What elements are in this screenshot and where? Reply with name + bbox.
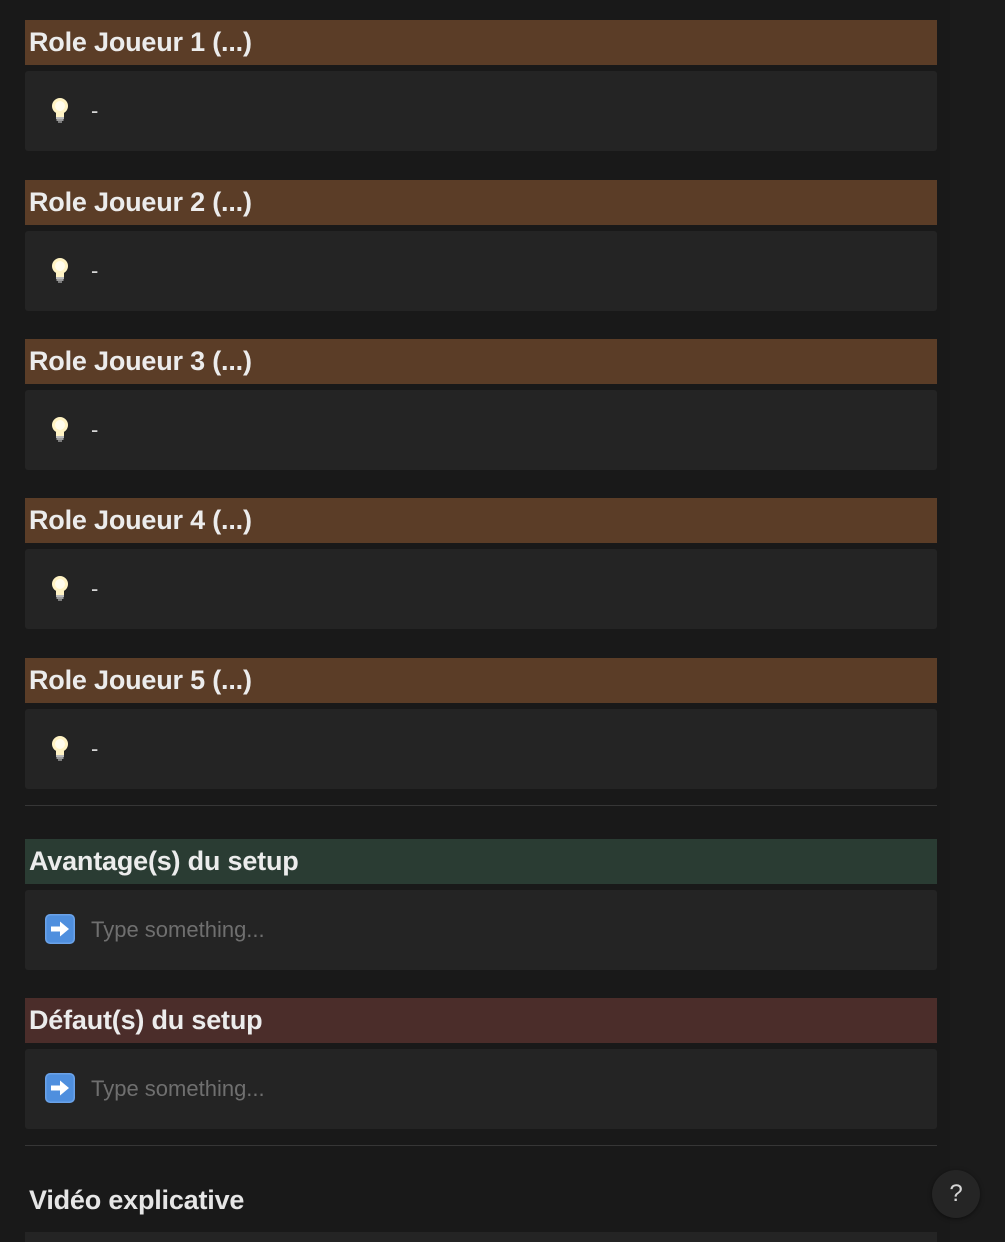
role-1-heading[interactable]: Role Joueur 1 (...) [25,20,937,65]
role-3-text[interactable]: - [91,390,98,470]
role-5-heading[interactable]: Role Joueur 5 (...) [25,658,937,703]
role-4-callout[interactable]: - [25,549,937,629]
defects-callout[interactable]: Type something... [25,1049,937,1129]
role-3-heading[interactable]: Role Joueur 3 (...) [25,339,937,384]
lightbulb-icon [52,576,68,601]
right-gutter [950,0,1005,1242]
role-4-text[interactable]: - [91,549,98,629]
role-2-callout[interactable]: - [25,231,937,311]
defects-input[interactable]: Type something... [91,1049,265,1129]
video-embed-block[interactable] [25,1232,937,1242]
role-1-text[interactable]: - [91,71,98,151]
role-3-callout[interactable]: - [25,390,937,470]
video-heading[interactable]: Vidéo explicative [29,1185,244,1216]
right-arrow-icon [45,1073,75,1103]
page: Role Joueur 1 (...) - Role Joueur 2 (...… [0,0,1005,1242]
role-5-callout[interactable]: - [25,709,937,789]
advantages-input[interactable]: Type something... [91,890,265,970]
right-arrow-icon [45,914,75,944]
divider [25,805,937,806]
lightbulb-icon [52,417,68,442]
lightbulb-icon [52,736,68,761]
role-2-heading[interactable]: Role Joueur 2 (...) [25,180,937,225]
defects-heading[interactable]: Défaut(s) du setup [25,998,937,1043]
advantages-heading[interactable]: Avantage(s) du setup [25,839,937,884]
role-5-text[interactable]: - [91,709,98,789]
divider [25,1145,937,1146]
advantages-callout[interactable]: Type something... [25,890,937,970]
role-1-callout[interactable]: - [25,71,937,151]
lightbulb-icon [52,258,68,283]
role-2-text[interactable]: - [91,231,98,311]
lightbulb-icon [52,98,68,123]
role-4-heading[interactable]: Role Joueur 4 (...) [25,498,937,543]
help-button[interactable]: ? [932,1170,980,1218]
